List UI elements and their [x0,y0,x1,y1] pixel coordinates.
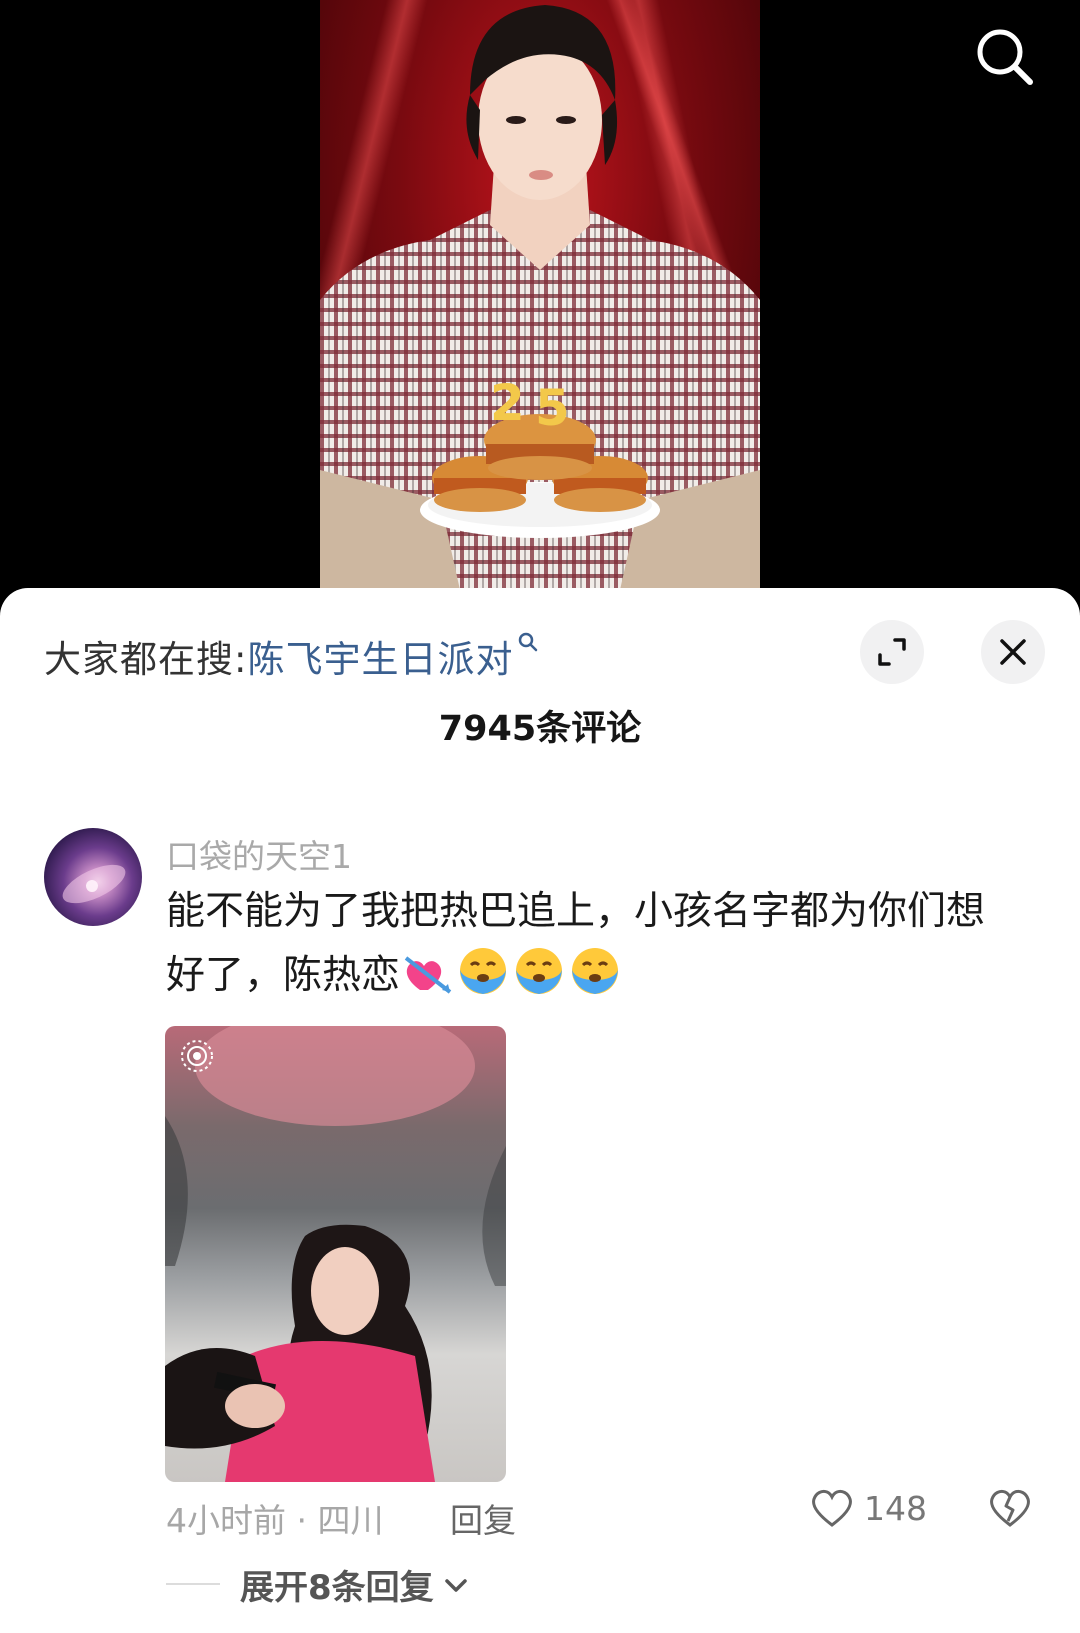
expand-replies-button[interactable]: 展开8条回复 [240,1560,470,1609]
svg-text:5: 5 [535,379,570,437]
hot-search-prefix: 大家都在搜: [44,638,248,681]
search-icon [977,29,1033,85]
crying-face-emoji [456,946,510,1016]
expand-icon [878,638,906,666]
comment-text: 能不能为了我把热巴追上，小孩名字都为你们想好了，陈热恋 [166,880,1016,1016]
dislike-button[interactable] [988,1488,1032,1532]
close-icon [1000,639,1026,665]
svg-text:2: 2 [490,374,525,432]
hot-search-link[interactable]: 陈飞宇生日派对 [247,629,513,683]
search-button[interactable] [970,22,1040,92]
comment-username[interactable]: 口袋的天空1 [166,830,352,878]
like-count: 148 [864,1488,927,1528]
reply-button[interactable]: 回复 [450,1494,516,1542]
comment-sheet: 大家都在搜: 陈飞宇生日派对 7945条评论 口袋的天空1 能不能为了我把热巴追… [0,588,1080,1633]
avatar[interactable] [44,828,142,926]
video-frame: 2 5 [320,0,760,590]
expand-divider [166,1583,220,1585]
hot-search-bar: 大家都在搜: 陈飞宇生日派对 [44,628,539,684]
expand-button[interactable] [860,620,924,684]
comment-count-title: 7945条评论 [438,709,642,749]
like-button[interactable]: 148 [810,1488,927,1528]
comment-time-location: 4小时前 · 四川 [166,1501,384,1540]
comment-image[interactable] [165,1026,506,1482]
crying-face-emoji [568,946,622,1016]
video-player[interactable]: 2 5 [0,0,1080,600]
close-button[interactable] [981,620,1045,684]
broken-heart-icon [990,1489,1030,1527]
person-with-burgers-image: 2 5 [320,5,760,590]
search-small-icon [517,631,539,657]
crying-face-emoji [512,946,566,1016]
heart-arrow-emoji [402,952,454,1016]
heart-icon [812,1489,852,1527]
live-photo-icon [179,1038,215,1078]
chevron-down-icon [444,1578,467,1592]
expand-replies-label: 展开8条回复 [240,1568,434,1608]
